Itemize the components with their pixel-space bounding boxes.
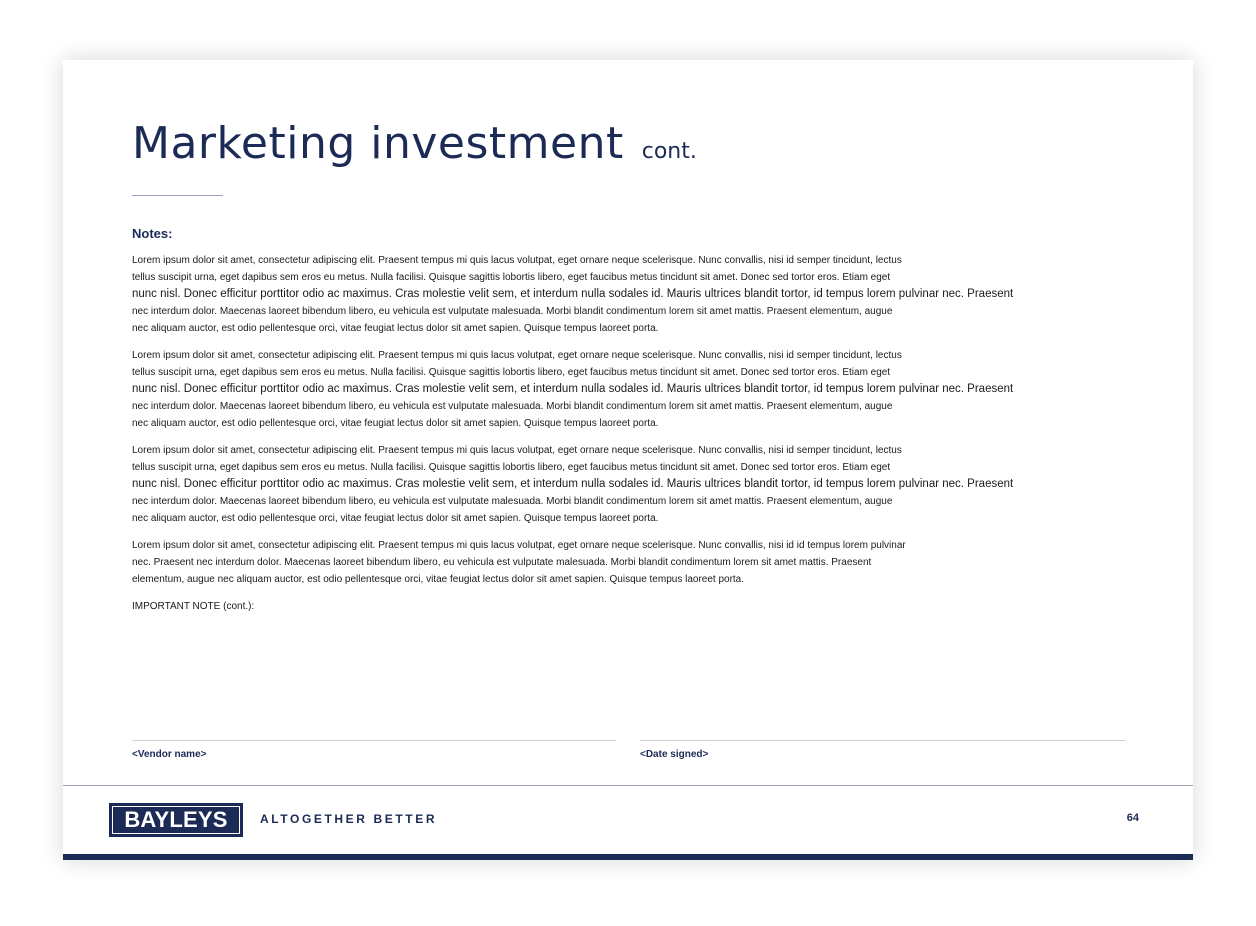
footer-accent-bar	[63, 854, 1193, 860]
title-underline	[132, 195, 223, 196]
paragraph-line: tellus suscipit urna, eget dapibus sem e…	[132, 272, 891, 283]
date-signature-line	[640, 740, 1126, 741]
important-note-label: IMPORTANT NOTE (cont.):	[132, 601, 255, 612]
paragraph-line: tellus suscipit urna, eget dapibus sem e…	[132, 462, 891, 473]
document-page: Marketing investment cont. Notes: Lorem i…	[63, 60, 1193, 860]
paragraph-line: elementum, augue nec aliquam auctor, est…	[132, 574, 745, 585]
paragraph-line: nec interdum dolor. Maecenas laoreet bib…	[132, 496, 893, 507]
paragraph-line: nec interdum dolor. Maecenas laoreet bib…	[132, 401, 893, 412]
paragraph-line: Lorem ipsum dolor sit amet, consectetur …	[132, 445, 902, 456]
page-footer: BAYLEYS ALTOGETHER BETTER 64	[63, 785, 1193, 861]
paragraph-line: nec. Praesent nec interdum dolor. Maecen…	[132, 557, 872, 568]
vendor-signature-line	[132, 740, 616, 741]
paragraph-line: Lorem ipsum dolor sit amet, consectetur …	[132, 255, 902, 266]
footer-tagline: ALTOGETHER BETTER	[260, 812, 438, 826]
paragraph-line: nec aliquam auctor, est odio pellentesqu…	[132, 513, 659, 524]
vendor-name-label: <Vendor name>	[132, 749, 207, 760]
paragraph-line: Lorem ipsum dolor sit amet, consectetur …	[132, 350, 902, 361]
notes-paragraph-2: Lorem ipsum dolor sit amet, consectetur …	[132, 347, 1132, 432]
logo-text: BAYLEYS	[124, 807, 228, 832]
notes-heading: Notes:	[132, 226, 173, 241]
notes-paragraph-4: Lorem ipsum dolor sit amet, consectetur …	[132, 537, 1132, 588]
paragraph-line: tellus suscipit urna, eget dapibus sem e…	[132, 367, 891, 378]
date-signed-label: <Date signed>	[640, 749, 709, 760]
page-number: 64	[1126, 812, 1139, 824]
paragraph-line: Lorem ipsum dolor sit amet, consectetur …	[132, 540, 906, 551]
page-title-cont: cont.	[641, 139, 697, 164]
page-title: Marketing investment cont.	[132, 118, 697, 169]
bayleys-logo: BAYLEYS	[109, 803, 243, 837]
paragraph-line: nec aliquam auctor, est odio pellentesqu…	[132, 418, 659, 429]
page-title-text: Marketing investment	[132, 118, 624, 169]
paragraph-line: nec aliquam auctor, est odio pellentesqu…	[132, 323, 659, 334]
notes-body: Lorem ipsum dolor sit amet, consectetur …	[132, 252, 1132, 615]
paragraph-line: nunc nisl. Donec efficitur porttitor odi…	[132, 478, 1014, 490]
paragraph-line: nunc nisl. Donec efficitur porttitor odi…	[132, 383, 1014, 395]
paragraph-line: nec interdum dolor. Maecenas laoreet bib…	[132, 306, 893, 317]
notes-paragraph-3: Lorem ipsum dolor sit amet, consectetur …	[132, 442, 1132, 527]
paragraph-line: nunc nisl. Donec efficitur porttitor odi…	[132, 288, 1014, 300]
notes-paragraph-1: Lorem ipsum dolor sit amet, consectetur …	[132, 252, 1132, 337]
